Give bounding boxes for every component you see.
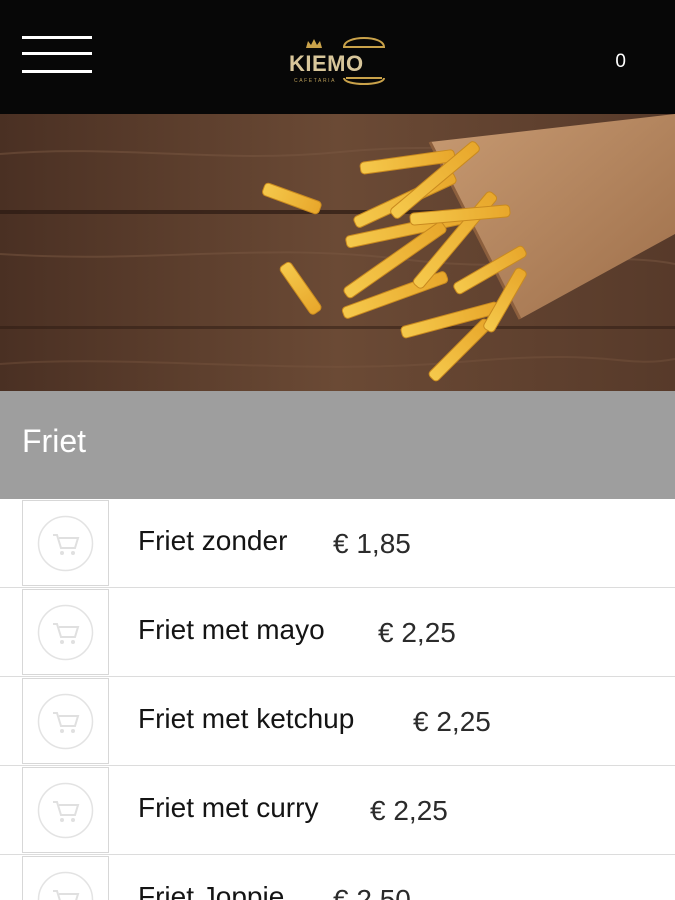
cart-icon xyxy=(37,782,94,839)
add-to-cart-button[interactable] xyxy=(22,856,109,900)
product-row[interactable]: Friet met mayo € 2,25 xyxy=(0,588,675,677)
category-header: Friet xyxy=(0,391,675,499)
menu-button[interactable] xyxy=(22,34,92,76)
add-to-cart-button[interactable] xyxy=(22,767,109,853)
product-name: Friet met ketchup xyxy=(138,703,355,734)
add-to-cart-button[interactable] xyxy=(22,500,109,586)
fries-cone-image xyxy=(0,114,675,391)
product-price: € 2,25 xyxy=(378,617,456,648)
menu-line xyxy=(22,70,92,73)
product-price: € 2,25 xyxy=(413,706,491,737)
product-price: € 2,25 xyxy=(370,795,448,826)
product-row[interactable]: Friet met ketchup € 2,25 xyxy=(0,677,675,766)
top-bar: KIEMO CAFETARIA 0 xyxy=(0,0,675,114)
menu-line xyxy=(22,36,92,39)
app: KIEMO CAFETARIA 0 Friet Friet zonder € 1… xyxy=(0,0,675,900)
cart-icon xyxy=(37,604,94,661)
hero-image xyxy=(0,114,675,391)
cart-icon xyxy=(37,871,94,900)
product-row[interactable]: Friet met curry € 2,25 xyxy=(0,766,675,855)
product-name: Friet met mayo xyxy=(138,614,325,645)
menu-line xyxy=(22,52,92,55)
cart-icon xyxy=(37,515,94,572)
logo-subtext: CAFETARIA xyxy=(294,78,337,84)
product-price: € 2,50 xyxy=(333,884,411,900)
product-price: € 1,85 xyxy=(333,528,411,559)
logo-wordmark: KIEMO xyxy=(289,51,364,76)
kiemo-logo[interactable]: KIEMO CAFETARIA xyxy=(286,30,388,90)
category-title: Friet xyxy=(22,423,86,459)
cart-icon xyxy=(37,693,94,750)
product-row[interactable]: Friet zonder € 1,85 xyxy=(0,499,675,588)
cart-count[interactable]: 0 xyxy=(615,52,626,71)
add-to-cart-button[interactable] xyxy=(22,678,109,764)
add-to-cart-button[interactable] xyxy=(22,589,109,675)
product-name: Friet met curry xyxy=(138,792,319,823)
product-list: Friet zonder € 1,85 Friet met mayo € 2,2… xyxy=(0,499,675,900)
product-name: Friet zonder xyxy=(138,525,288,556)
product-row[interactable]: Friet Joppie € 2,50 xyxy=(0,855,675,900)
product-name: Friet Joppie xyxy=(138,881,285,900)
